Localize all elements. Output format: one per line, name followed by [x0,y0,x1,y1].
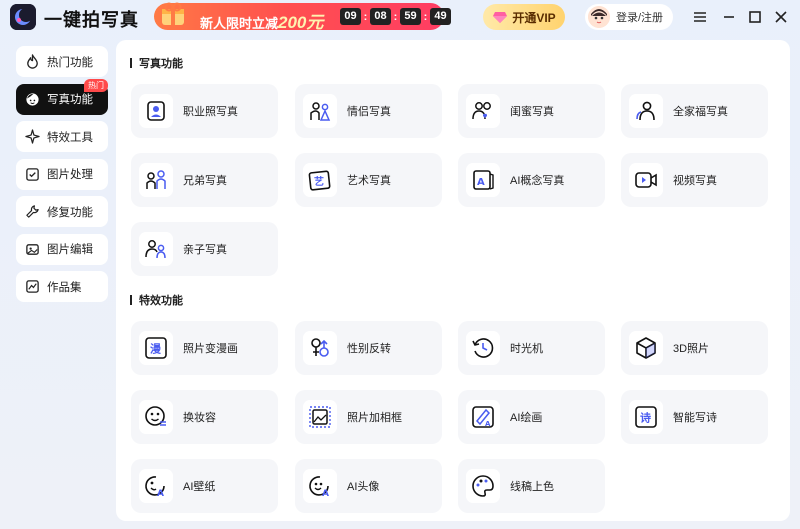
diamond-icon [493,12,508,23]
sidebar-item-hot[interactable]: 热门功能 [16,46,108,77]
family-icon [636,101,655,121]
sidebar-item-label: 写真功能 [47,94,93,106]
face-icon [26,92,39,106]
ai-concept-icon: A [473,170,494,190]
card-gender-swap[interactable]: 性别反转 [295,321,442,375]
maximize-icon[interactable] [745,7,765,27]
sidebar-item-label: 热门功能 [47,56,93,69]
bestie-icon [472,102,491,120]
timer-seconds: 49 [430,8,451,25]
sidebar-item-effects[interactable]: 特效工具 [16,121,108,152]
close-icon[interactable] [771,7,791,27]
sidebar-item-image-process[interactable]: 图片处理 [16,158,108,190]
promo-amount: 200元 [278,13,324,32]
gender-icon [311,338,329,357]
timer-hours: 08 [370,8,391,25]
avatar [588,6,610,28]
card-video-photo[interactable]: 视频写真 [621,153,768,207]
section-title-portrait: 写真功能 [130,55,183,71]
card-smart-poem[interactable]: 诗 智能写诗 [621,390,768,444]
gift-icon [162,2,184,25]
card-ai-concept-photo[interactable]: A AI概念写真 [458,153,605,207]
promo-banner[interactable]: 新人限时立减200元 09 : 08 : 59 : 49 [154,2,451,33]
login-button[interactable]: 登录/注册 [585,4,673,30]
video-icon [635,172,657,188]
couple-icon [310,102,331,121]
main-panel: 写真功能 职业照写真 情侣写真 闺蜜写真 全家福写真 兄弟写真 艺 艺术写真 A… [116,40,790,521]
brothers-icon [146,170,166,189]
card-ai-painting[interactable]: A AI绘画 [458,390,605,444]
palette-icon [472,475,494,497]
card-line-art-coloring[interactable]: 线稿上色 [458,459,605,513]
parent-child-icon [145,240,166,259]
poem-icon: 诗 [635,406,657,428]
menu-icon[interactable] [690,7,710,27]
promo-label: 新人限时立减 [200,16,279,31]
card-professional-photo[interactable]: 职业照写真 [131,84,278,138]
card-makeup[interactable]: 换妆容 [131,390,278,444]
timer-minutes: 59 [400,8,421,25]
promo-text: 新人限时立减200元 [200,8,323,33]
sidebar-item-repair[interactable]: 修复功能 [16,196,108,227]
hot-badge: 热门 [84,78,108,92]
card-ai-avatar[interactable]: A AI头像 [295,459,442,513]
gallery-icon [26,280,39,293]
open-vip-button[interactable]: 开通VIP [483,4,565,30]
sidebar-item-image-edit[interactable]: 图片编辑 [16,233,108,265]
card-time-machine[interactable]: 时光机 [458,321,605,375]
card-couple-photo[interactable]: 情侣写真 [295,84,442,138]
login-label: 登录/注册 [616,12,664,24]
sparkle-icon [25,129,40,144]
frame-icon [309,406,331,428]
vip-label: 开通VIP [512,10,556,25]
poem-glyph: 诗 [640,411,651,425]
sidebar-item-label: 作品集 [47,281,82,294]
wrench-icon [26,205,39,218]
card-ai-wallpaper[interactable]: A AI壁纸 [131,459,278,513]
card-art-photo[interactable]: 艺 艺术写真 [295,153,442,207]
app-title: 一键拍写真 [44,10,139,30]
makeup-icon [145,406,166,426]
sidebar-item-label: 图片处理 [47,169,93,181]
section-title-effects: 特效功能 [130,292,183,308]
manga-glyph: 漫 [150,342,162,356]
ai-glyph: A [322,489,329,499]
card-photo-frame[interactable]: 照片加相框 [295,390,442,444]
app-logo-icon [10,4,36,30]
card-bestie-photo[interactable]: 闺蜜写真 [458,84,605,138]
id-photo-icon [147,101,165,121]
timer-days: 09 [340,8,361,25]
title-bar: 一键拍写真 新人限时立减200元 09 : 08 : 59 : 49 开通VIP [0,0,800,36]
sidebar-item-gallery[interactable]: 作品集 [16,271,108,302]
ai-glyph: A [477,177,485,188]
ai-wallpaper-icon: A [145,476,165,499]
card-parent-child-photo[interactable]: 亲子写真 [131,222,278,276]
time-machine-icon [472,338,494,358]
countdown-timer: 09 : 08 : 59 : 49 [340,8,451,25]
art-icon: 艺 [308,170,331,191]
card-3d-photo[interactable]: 3D照片 [621,321,768,375]
card-brothers-photo[interactable]: 兄弟写真 [131,153,278,207]
fire-icon [27,54,38,69]
sidebar: 热门功能 写真功能 热门 特效工具 图片处理 修复功能 图片编辑 作品集 [16,46,108,309]
minimize-icon[interactable] [719,7,739,27]
manga-icon: 漫 [145,337,167,359]
card-photo-to-manga[interactable]: 漫 照片变漫画 [131,321,278,375]
ai-avatar-icon: A [309,476,329,499]
image-check-icon [26,167,39,181]
art-glyph: 艺 [314,175,324,188]
sidebar-item-label: 图片编辑 [47,244,93,256]
image-edit-icon [26,243,39,255]
sidebar-item-label: 修复功能 [47,206,93,219]
sidebar-item-portrait[interactable]: 写真功能 热门 [16,78,108,115]
ai-glyph: A [485,420,491,428]
ai-glyph: A [157,489,164,499]
card-family-photo[interactable]: 全家福写真 [621,84,768,138]
ai-paint-icon: A [472,406,494,428]
cube-icon [636,337,656,359]
sidebar-item-label: 特效工具 [47,131,93,144]
